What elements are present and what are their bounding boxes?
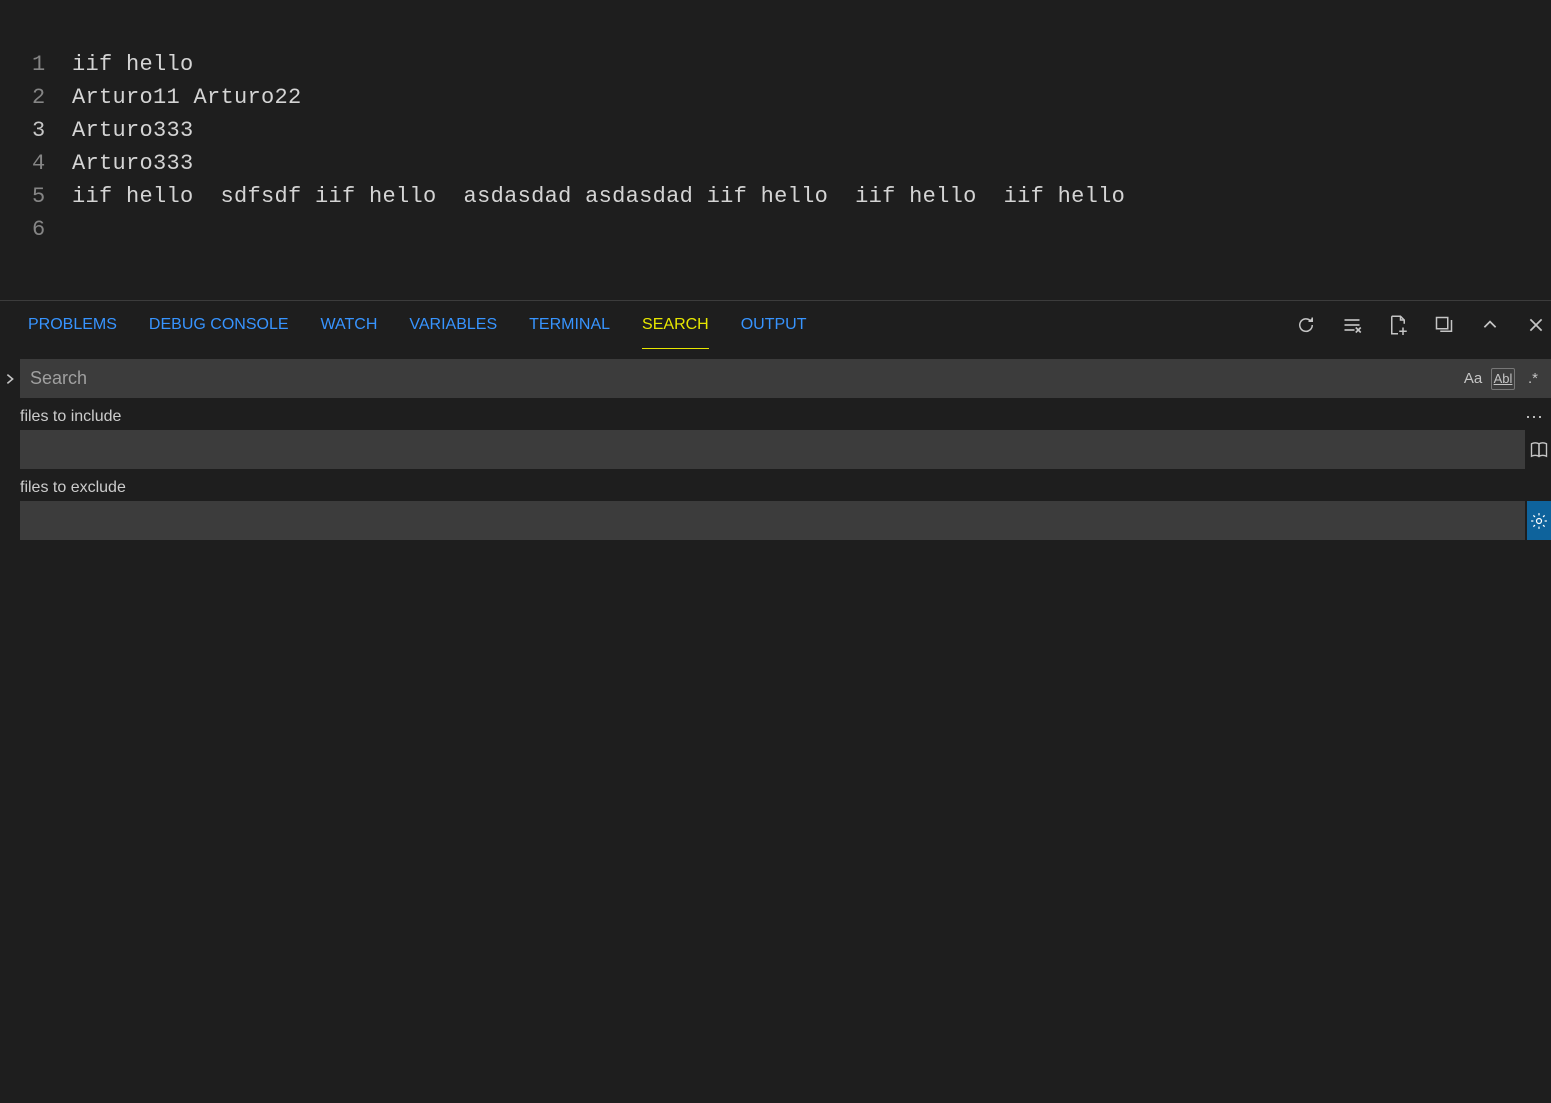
line-number: 6: [32, 213, 72, 246]
include-section: files to include ⋯: [0, 408, 1551, 469]
tab-terminal[interactable]: TERMINAL: [513, 301, 626, 349]
panel-tabs: PROBLEMS DEBUG CONSOLE WATCH VARIABLES T…: [0, 301, 1551, 349]
search-input-container: Aa Abl .*: [20, 359, 1551, 398]
files-to-include-input[interactable]: [20, 430, 1525, 469]
code-line[interactable]: 1 iif hello: [32, 48, 1551, 81]
collapse-all-icon[interactable]: [1433, 314, 1455, 336]
search-input[interactable]: [20, 368, 1461, 389]
include-label: files to include: [20, 408, 121, 426]
book-icon[interactable]: [1527, 430, 1551, 469]
tab-problems[interactable]: PROBLEMS: [12, 301, 133, 349]
code-line[interactable]: 3 Arturo333: [32, 114, 1551, 147]
use-exclude-settings-gear-icon[interactable]: [1527, 501, 1551, 540]
code-line[interactable]: 2 Arturo11 Arturo22: [32, 81, 1551, 114]
toggle-replace-chevron-icon[interactable]: [0, 361, 20, 397]
code-line[interactable]: 4 Arturo333: [32, 147, 1551, 180]
chevron-up-icon[interactable]: [1479, 314, 1501, 336]
line-number: 3: [32, 114, 72, 147]
line-number: 1: [32, 48, 72, 81]
line-content[interactable]: Arturo11 Arturo22: [72, 81, 302, 114]
new-search-editor-icon[interactable]: [1387, 314, 1409, 336]
editor-area[interactable]: 1 iif hello 2 Arturo11 Arturo22 3 Arturo…: [0, 0, 1551, 300]
line-number: 2: [32, 81, 72, 114]
search-row: Aa Abl .*: [0, 359, 1551, 398]
line-content[interactable]: iif hello sdfsdf iif hello asdasdad asda…: [72, 180, 1125, 213]
line-number: 5: [32, 180, 72, 213]
match-whole-word-icon[interactable]: Abl: [1491, 368, 1515, 390]
panel-actions: [1295, 314, 1551, 336]
files-to-exclude-input[interactable]: [20, 501, 1525, 540]
clear-results-icon[interactable]: [1341, 314, 1363, 336]
tab-output[interactable]: OUTPUT: [725, 301, 823, 349]
search-options: Aa Abl .*: [1461, 368, 1551, 390]
tab-variables[interactable]: VARIABLES: [393, 301, 513, 349]
bottom-panel: PROBLEMS DEBUG CONSOLE WATCH VARIABLES T…: [0, 300, 1551, 1103]
exclude-label: files to exclude: [20, 479, 126, 497]
refresh-icon[interactable]: [1295, 314, 1317, 336]
tab-search[interactable]: SEARCH: [626, 301, 725, 349]
more-options-icon[interactable]: ⋯: [1525, 408, 1545, 426]
match-case-icon[interactable]: Aa: [1461, 368, 1485, 390]
exclude-section: files to exclude: [0, 479, 1551, 540]
use-regex-icon[interactable]: .*: [1521, 368, 1545, 390]
line-content[interactable]: Arturo333: [72, 114, 194, 147]
code-line[interactable]: 6: [32, 213, 1551, 246]
line-number: 4: [32, 147, 72, 180]
line-content[interactable]: Arturo333: [72, 147, 194, 180]
close-icon[interactable]: [1525, 314, 1547, 336]
line-content[interactable]: iif hello: [72, 48, 194, 81]
tab-debug-console[interactable]: DEBUG CONSOLE: [133, 301, 305, 349]
tab-watch[interactable]: WATCH: [305, 301, 394, 349]
code-line[interactable]: 5 iif hello sdfsdf iif hello asdasdad as…: [32, 180, 1551, 213]
